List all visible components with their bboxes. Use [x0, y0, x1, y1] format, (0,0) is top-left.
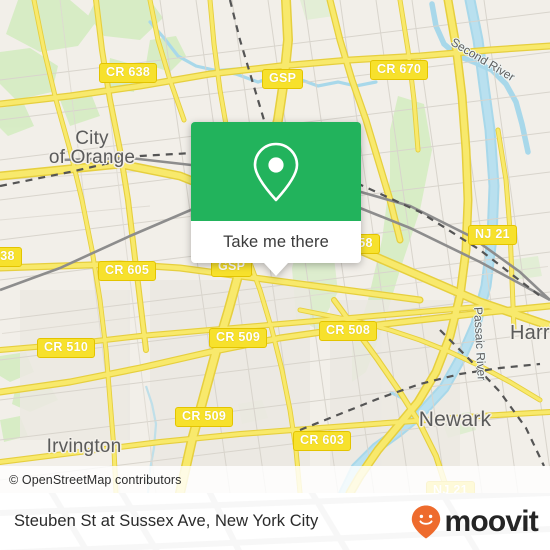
- moovit-logo[interactable]: moovit: [410, 504, 539, 540]
- moovit-wordmark: moovit: [444, 504, 538, 538]
- callout-header: [191, 122, 361, 221]
- route-shield-nj-21[interactable]: NJ 21: [468, 225, 517, 245]
- route-shield-cr-605[interactable]: CR 605: [98, 261, 157, 281]
- route-shield-gsp-north[interactable]: GSP: [262, 69, 304, 89]
- route-shield-cr-510[interactable]: CR 510: [37, 338, 96, 358]
- moovit-smiley-pin-icon: [412, 505, 441, 538]
- route-shield-cr-509-north[interactable]: CR 509: [209, 328, 268, 348]
- footer-bar: Steuben St at Sussex Ave, New York City …: [0, 493, 550, 550]
- callout-action[interactable]: Take me there: [191, 221, 361, 263]
- map-canvas[interactable]: City of Orange Irvington Newark Harrison…: [0, 0, 550, 493]
- map-pin-icon: [253, 142, 299, 201]
- take-me-there-label: Take me there: [223, 232, 329, 251]
- route-shield-cr-670[interactable]: CR 670: [370, 60, 429, 80]
- route-shield-cr-509-south[interactable]: CR 509: [175, 407, 234, 427]
- route-shield-cr-638-west[interactable]: 638: [0, 247, 22, 267]
- callout-pointer-tail: [264, 263, 288, 276]
- map-attribution-bar: © OpenStreetMap contributors: [0, 466, 550, 493]
- moovit-map-screenshot: City of Orange Irvington Newark Harrison…: [0, 0, 550, 550]
- openstreetmap-attribution[interactable]: © OpenStreetMap contributors: [9, 473, 182, 487]
- route-shield-cr-508[interactable]: CR 508: [319, 321, 378, 341]
- stop-title: Steuben St at Sussex Ave, New York City: [14, 512, 319, 530]
- route-shield-cr-638[interactable]: CR 638: [99, 63, 158, 83]
- location-callout[interactable]: Take me there: [191, 122, 361, 276]
- route-shield-cr-603[interactable]: CR 603: [293, 431, 352, 451]
